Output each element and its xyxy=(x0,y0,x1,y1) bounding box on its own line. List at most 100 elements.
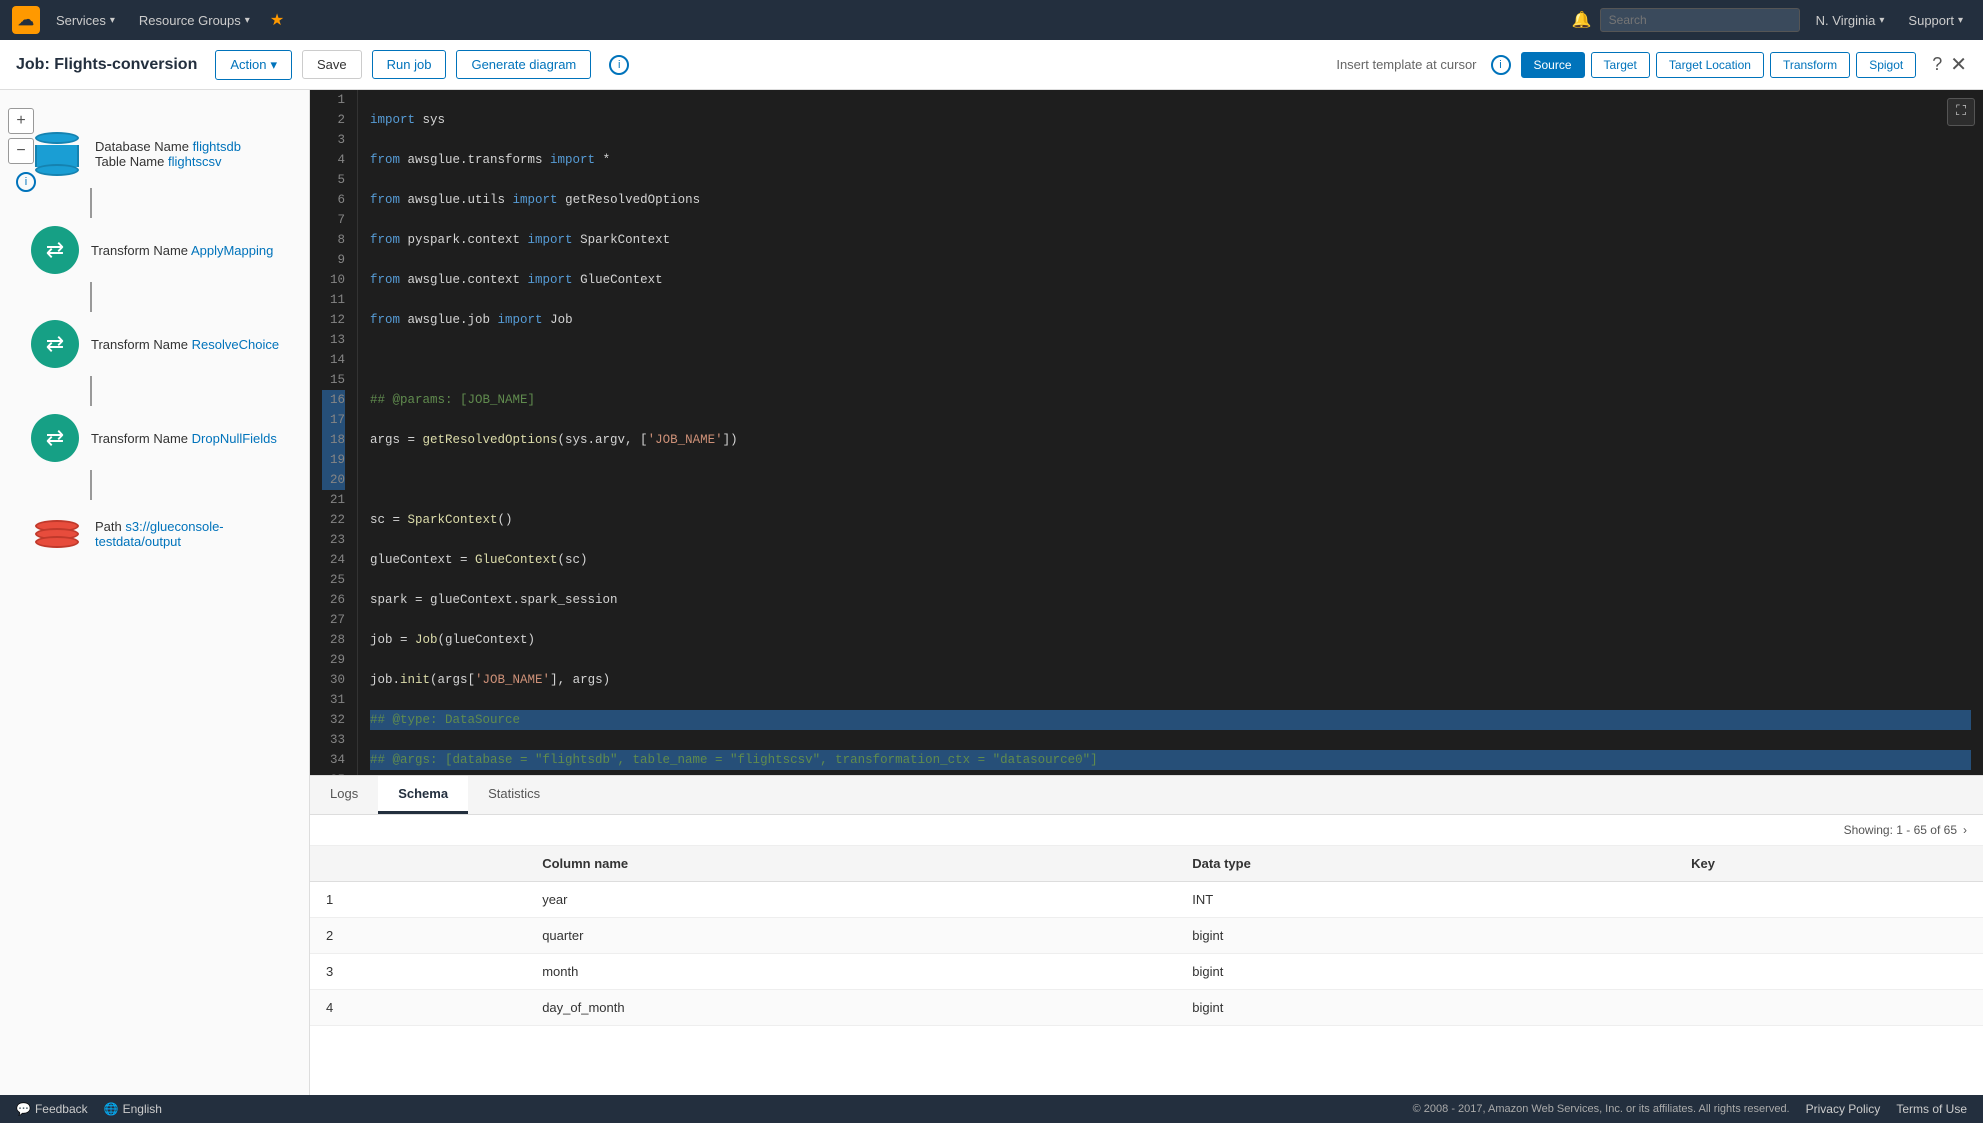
job-header: Job: Flights-conversion Action ▾ Save Ru… xyxy=(0,40,1983,90)
code-content[interactable]: import sys from awsglue.transforms impor… xyxy=(358,90,1983,775)
table-row: 4 day_of_month bigint xyxy=(310,990,1983,1026)
support-chevron-icon: ▾ xyxy=(1958,15,1963,26)
info-icon[interactable]: i xyxy=(609,55,629,75)
spigot-button[interactable]: Spigot xyxy=(1856,52,1916,78)
feedback-button[interactable]: 💬 Feedback xyxy=(16,1102,88,1116)
data-type-cell: bigint xyxy=(1176,990,1675,1026)
tab-statistics[interactable]: Statistics xyxy=(468,776,560,814)
row-number: 4 xyxy=(310,990,526,1026)
col-name-header: Column name xyxy=(526,846,1176,882)
favorites-star-icon[interactable]: ★ xyxy=(270,10,284,30)
data-type-cell: bigint xyxy=(1176,954,1675,990)
expand-editor-button[interactable]: ⛶ xyxy=(1947,98,1975,126)
col-key-header: Key xyxy=(1675,846,1983,882)
close-icon[interactable]: ✕ xyxy=(1950,52,1967,77)
key-cell xyxy=(1675,990,1983,1026)
diagram-info-icon[interactable]: i xyxy=(16,172,36,192)
save-button[interactable]: Save xyxy=(302,50,362,79)
language-button[interactable]: 🌐 English xyxy=(104,1102,162,1116)
output-node[interactable]: Path s3://glueconsole-testdata/output xyxy=(15,500,310,568)
diagram-sidebar: + − i Database Name flightsdb Table Name… xyxy=(0,90,310,1095)
bottom-content: Showing: 1 - 65 of 65 › Column name Data… xyxy=(310,815,1983,1095)
col-num-header xyxy=(310,846,526,882)
zoom-out-button[interactable]: − xyxy=(8,138,34,164)
bottom-tabs: Logs Schema Statistics xyxy=(310,776,1983,815)
column-name-cell: month xyxy=(526,954,1176,990)
database-node-label: Database Name flightsdb Table Name fligh… xyxy=(95,139,241,169)
connector-3 xyxy=(90,376,92,406)
code-gutter: 1 2 3 4 5 6 7 8 9 10 11 12 13 14 15 16 1… xyxy=(310,90,358,775)
column-name-cell: year xyxy=(526,882,1176,918)
drop-null-fields-icon: ⇄ xyxy=(31,414,79,462)
target-location-button[interactable]: Target Location xyxy=(1656,52,1764,78)
schema-table: Column name Data type Key 1 year INT 2 q… xyxy=(310,846,1983,1026)
copyright-text: © 2008 - 2017, Amazon Web Services, Inc.… xyxy=(1413,1103,1790,1115)
database-icon xyxy=(31,128,83,180)
support-menu[interactable]: Support ▾ xyxy=(1900,9,1971,32)
resource-groups-chevron-icon: ▾ xyxy=(245,15,250,26)
row-number: 3 xyxy=(310,954,526,990)
row-number: 1 xyxy=(310,882,526,918)
key-cell xyxy=(1675,954,1983,990)
top-navigation: ☁ Services ▾ Resource Groups ▾ ★ 🔔 N. Vi… xyxy=(0,0,1983,40)
globe-icon: 🌐 xyxy=(104,1102,119,1116)
col-type-header: Data type xyxy=(1176,846,1675,882)
privacy-policy-link[interactable]: Privacy Policy xyxy=(1806,1102,1881,1116)
zoom-in-button[interactable]: + xyxy=(8,108,34,134)
tab-schema[interactable]: Schema xyxy=(378,776,468,814)
connector-2 xyxy=(90,282,92,312)
showing-label: Showing: 1 - 65 of 65 › xyxy=(310,815,1983,846)
run-job-button[interactable]: Run job xyxy=(372,50,447,79)
database-node[interactable]: Database Name flightsdb Table Name fligh… xyxy=(15,120,310,188)
column-name-cell: day_of_month xyxy=(526,990,1176,1026)
table-row: 1 year INT xyxy=(310,882,1983,918)
output-node-label: Path s3://glueconsole-testdata/output xyxy=(95,519,308,549)
template-buttons: Source Target Target Location Transform … xyxy=(1521,52,1917,78)
notifications-bell-icon[interactable]: 🔔 xyxy=(1572,10,1592,30)
region-chevron-icon: ▾ xyxy=(1879,15,1884,26)
header-icons: ? ✕ xyxy=(1932,52,1967,77)
main-content: + − i Database Name flightsdb Table Name… xyxy=(0,90,1983,1095)
showing-chevron-icon: › xyxy=(1963,823,1967,837)
apply-mapping-icon: ⇄ xyxy=(31,226,79,274)
search-input[interactable] xyxy=(1600,8,1800,32)
services-nav[interactable]: Services ▾ xyxy=(48,9,123,32)
job-title: Job: Flights-conversion xyxy=(16,56,197,74)
code-editor[interactable]: ⛶ 1 2 3 4 5 6 7 8 9 10 11 12 13 14 15 16… xyxy=(310,90,1983,775)
aws-logo: ☁ xyxy=(12,6,40,34)
insert-template-label: Insert template at cursor i xyxy=(1336,55,1510,75)
target-button[interactable]: Target xyxy=(1591,52,1650,78)
flow-controls: + − i xyxy=(8,108,36,192)
action-button[interactable]: Action ▾ xyxy=(215,50,292,80)
data-type-cell: INT xyxy=(1176,882,1675,918)
help-icon[interactable]: ? xyxy=(1932,54,1942,75)
transform-button[interactable]: Transform xyxy=(1770,52,1850,78)
key-cell xyxy=(1675,882,1983,918)
table-row: 2 quarter bigint xyxy=(310,918,1983,954)
apply-mapping-label: Transform Name ApplyMapping xyxy=(91,243,273,258)
connector-4 xyxy=(90,470,92,500)
services-chevron-icon: ▾ xyxy=(110,15,115,26)
footer: 💬 Feedback 🌐 English © 2008 - 2017, Amaz… xyxy=(0,1095,1983,1123)
apply-mapping-node[interactable]: ⇄ Transform Name ApplyMapping xyxy=(15,218,310,282)
data-type-cell: bigint xyxy=(1176,918,1675,954)
resolve-choice-node[interactable]: ⇄ Transform Name ResolveChoice xyxy=(15,312,310,376)
column-name-cell: quarter xyxy=(526,918,1176,954)
insert-info-icon[interactable]: i xyxy=(1491,55,1511,75)
diagram-inner: + − i Database Name flightsdb Table Name… xyxy=(0,100,309,578)
source-button[interactable]: Source xyxy=(1521,52,1585,78)
output-icon xyxy=(31,508,83,560)
tab-logs[interactable]: Logs xyxy=(310,776,378,814)
drop-null-fields-node[interactable]: ⇄ Transform Name DropNullFields xyxy=(15,406,310,470)
table-row: 3 month bigint xyxy=(310,954,1983,990)
resource-groups-nav[interactable]: Resource Groups ▾ xyxy=(131,9,258,32)
terms-of-use-link[interactable]: Terms of Use xyxy=(1896,1102,1967,1116)
generate-diagram-button[interactable]: Generate diagram xyxy=(456,50,591,79)
row-number: 2 xyxy=(310,918,526,954)
bottom-panel: Logs Schema Statistics Showing: 1 - 65 o… xyxy=(310,775,1983,1095)
region-selector[interactable]: N. Virginia ▾ xyxy=(1808,9,1893,32)
resolve-choice-label: Transform Name ResolveChoice xyxy=(91,337,279,352)
action-chevron-icon: ▾ xyxy=(270,57,277,73)
connector-1 xyxy=(90,188,92,218)
right-panel: ⛶ 1 2 3 4 5 6 7 8 9 10 11 12 13 14 15 16… xyxy=(310,90,1983,1095)
